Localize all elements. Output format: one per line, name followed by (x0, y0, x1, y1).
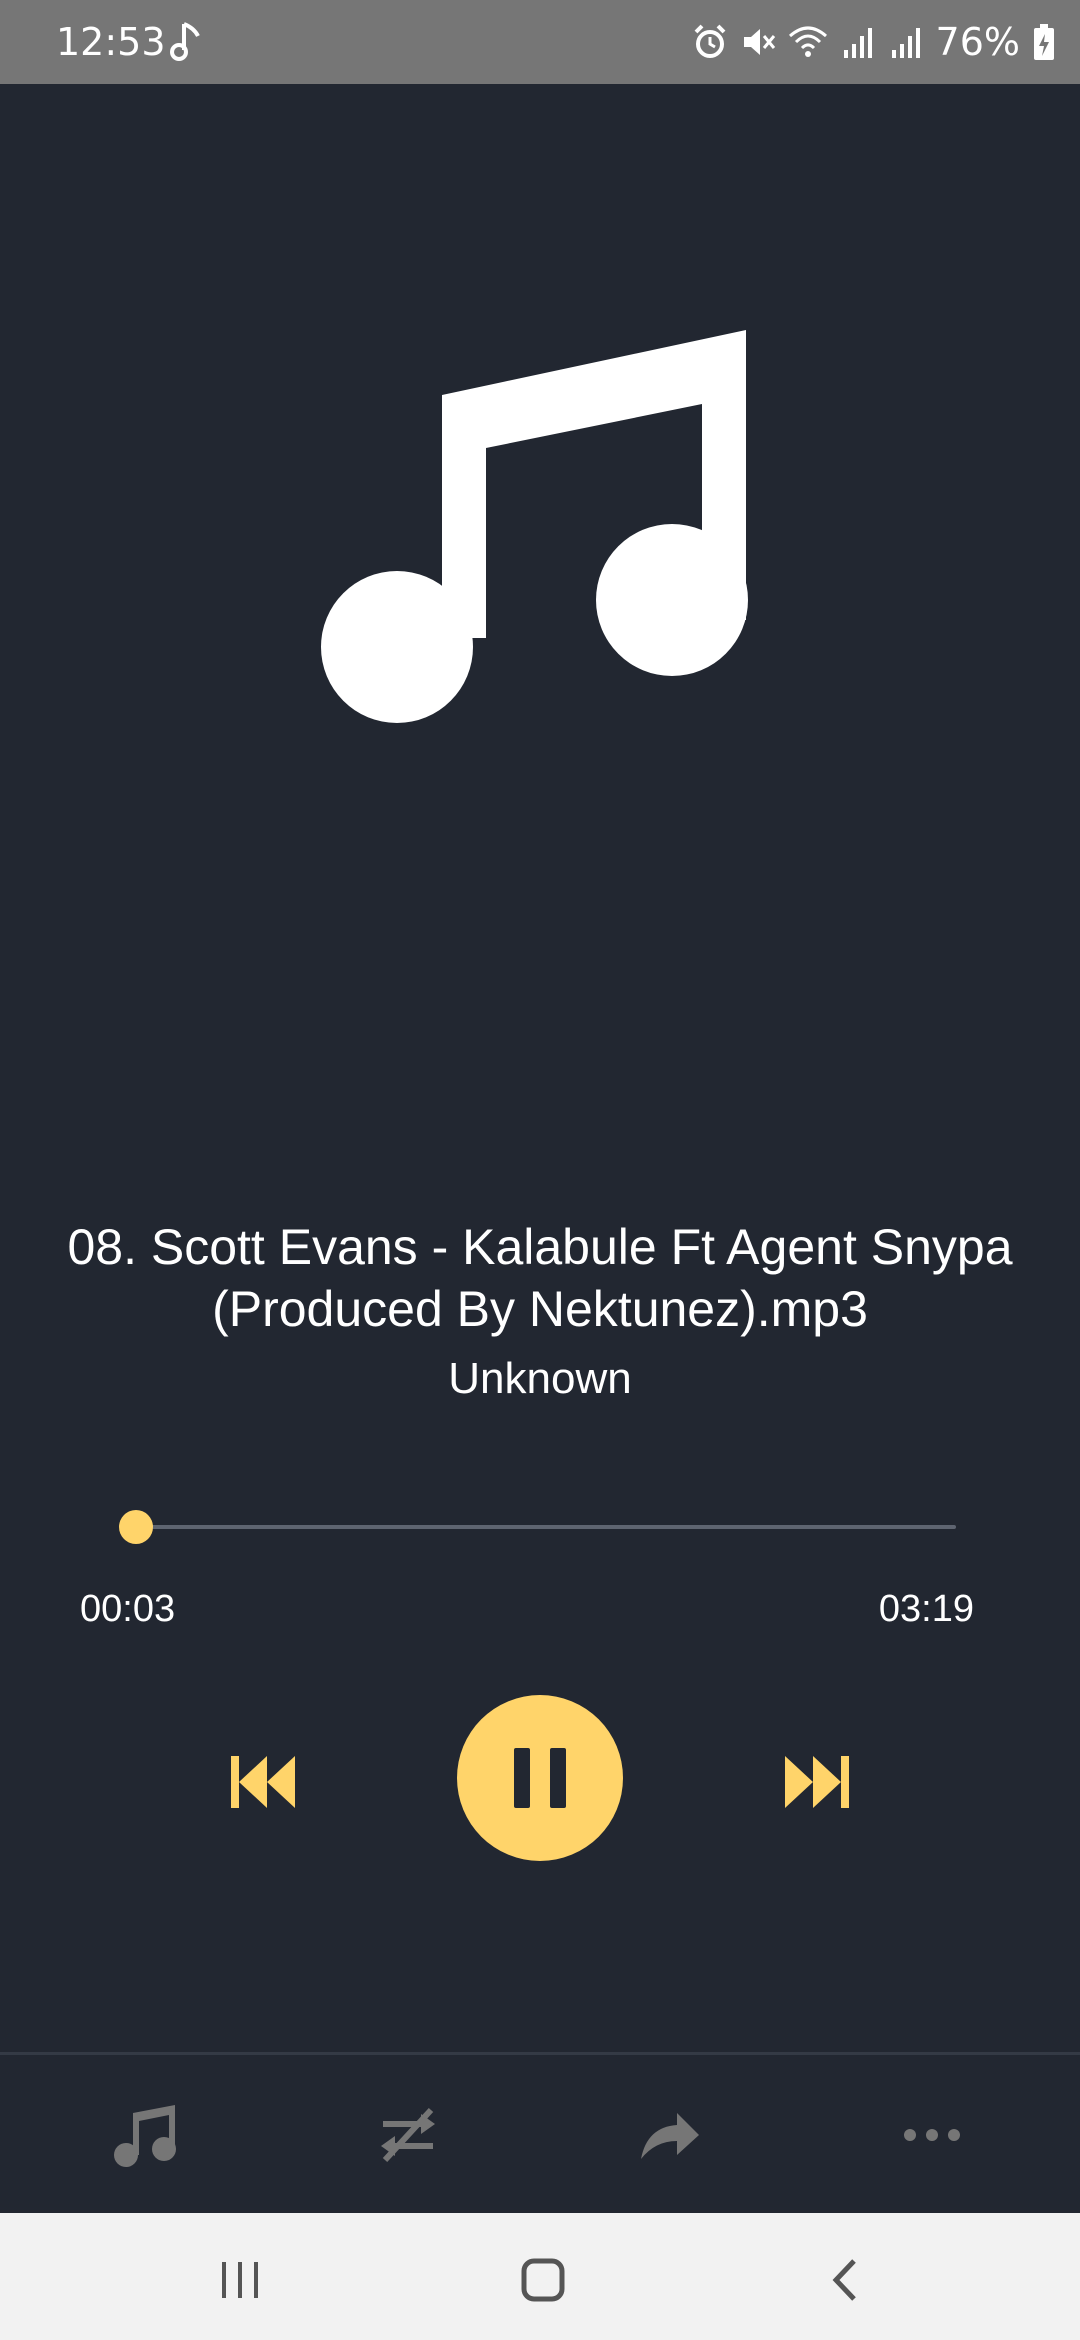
track-artist: Unknown (448, 1354, 632, 1403)
recents-button[interactable] (205, 2245, 275, 2315)
status-bar: 12:53 76% (0, 0, 1080, 84)
mute-icon (743, 29, 775, 55)
more-options-button[interactable] (892, 2095, 972, 2175)
seek-bar[interactable] (136, 1525, 956, 1529)
seek-thumb[interactable] (119, 1510, 153, 1544)
battery-charging-icon (1034, 24, 1054, 60)
alarm-icon (694, 24, 725, 58)
share-button[interactable] (630, 2095, 710, 2175)
bottom-toolbar (0, 2055, 1080, 2213)
wifi-icon (788, 26, 827, 57)
signal-icon (891, 28, 920, 58)
shuffle-off-icon (381, 2107, 435, 2163)
skip-previous-icon (231, 1756, 295, 1808)
pause-icon (514, 1748, 566, 1808)
music-note-icon (170, 22, 200, 61)
status-time: 12:53 (56, 20, 166, 64)
skip-next-icon (785, 1756, 849, 1808)
battery-percentage: 76% (935, 20, 1020, 64)
recents-icon (222, 2262, 258, 2298)
share-icon (641, 2113, 699, 2159)
back-icon (832, 2259, 856, 2301)
pause-button[interactable] (457, 1695, 623, 1861)
shuffle-button[interactable] (368, 2095, 448, 2175)
home-button[interactable] (508, 2245, 578, 2315)
music-note-icon (114, 2105, 176, 2167)
previous-button[interactable] (222, 1742, 302, 1822)
back-button[interactable] (810, 2245, 880, 2315)
playlist-button[interactable] (106, 2095, 186, 2175)
album-art-music-icon (321, 330, 748, 723)
track-title: 08. Scott Evans - Kalabule Ft Agent Snyp… (67, 1219, 1013, 1337)
total-duration: 03:19 (878, 1588, 974, 1630)
signal-icon (843, 28, 872, 58)
home-icon (521, 2258, 565, 2302)
next-button[interactable] (778, 1742, 858, 1822)
elapsed-time: 00:03 (80, 1588, 176, 1630)
more-icon (904, 2129, 960, 2141)
system-navigation-bar (0, 2213, 1080, 2340)
